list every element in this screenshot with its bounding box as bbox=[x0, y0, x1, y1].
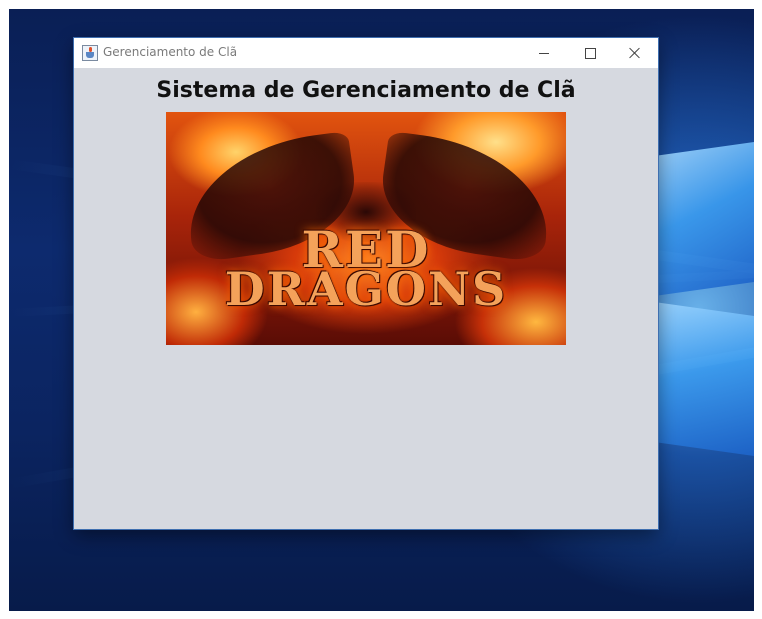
maximize-button[interactable] bbox=[567, 38, 613, 68]
windows-logo-panes bbox=[649, 129, 754, 489]
close-icon bbox=[629, 47, 641, 59]
banner-logo-line2: DRAGONS bbox=[224, 262, 508, 316]
clan-banner-image: RED DRAGONS bbox=[166, 112, 566, 345]
maximize-icon bbox=[584, 47, 596, 59]
minimize-button[interactable] bbox=[521, 38, 567, 68]
page-title: Sistema de Gerenciamento de Clã bbox=[156, 78, 576, 103]
close-button[interactable] bbox=[612, 38, 658, 68]
minimize-icon bbox=[539, 52, 549, 54]
title-bar[interactable]: Gerenciamento de Clã bbox=[74, 38, 658, 68]
window-title: Gerenciamento de Clã bbox=[103, 45, 238, 59]
app-window: Gerenciamento de Clã Sistema de Gerencia… bbox=[74, 38, 658, 529]
java-cup-icon bbox=[82, 45, 98, 61]
